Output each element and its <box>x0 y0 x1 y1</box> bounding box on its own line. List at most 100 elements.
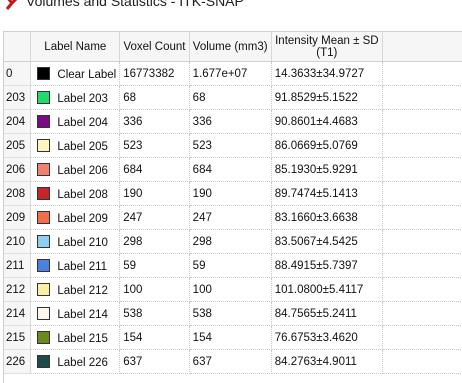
table-row[interactable]: 203 Label 203 68 68 91.8529±5.1522 <box>4 85 462 110</box>
cell-voxel-count[interactable]: 16773382 <box>119 61 190 86</box>
row-header-id[interactable]: 214 <box>4 301 32 326</box>
cell-volume[interactable]: 247 <box>189 205 272 230</box>
cell-label-name[interactable]: Label 206 <box>30 157 121 182</box>
cell-intensity[interactable]: 86.0669±5.0769 <box>271 133 383 158</box>
cell-intensity[interactable]: 83.1660±3.6638 <box>271 205 383 230</box>
cell-empty[interactable] <box>382 301 462 326</box>
cell-voxel-count[interactable]: 247 <box>119 205 190 230</box>
table-row[interactable]: 0 Clear Label 16773382 1.677e+07 14.3633±34.… <box>4 61 462 86</box>
cell-label-name[interactable]: Label 212 <box>30 277 121 302</box>
table-row[interactable]: 211 Label 211 59 59 88.4915±5.7397 <box>4 253 462 278</box>
cell-intensity[interactable]: 83.5067±4.5425 <box>271 229 383 254</box>
cell-voxel-count[interactable]: 59 <box>119 253 190 278</box>
cell-intensity[interactable]: 84.7565±5.2411 <box>271 301 383 326</box>
cell-intensity[interactable]: 101.0800±5.4117 <box>271 277 383 302</box>
statistics-table: Label Name Voxel Count Volume (mm3) Inte… <box>4 32 462 374</box>
cell-volume[interactable]: 100 <box>189 277 272 302</box>
cell-voxel-count[interactable]: 190 <box>119 181 190 206</box>
cell-label-name[interactable]: Label 204 <box>30 109 121 134</box>
cell-empty[interactable] <box>382 181 462 206</box>
cell-empty[interactable] <box>382 109 462 134</box>
row-header-id[interactable]: 210 <box>4 229 32 254</box>
cell-label-name[interactable]: Label 215 <box>30 325 121 350</box>
table-row[interactable]: 212 Label 212 100 100 101.0800±5.4117 <box>4 277 462 302</box>
column-header-voxel-count[interactable]: Voxel Count <box>119 32 190 62</box>
row-header-id[interactable]: 204 <box>4 109 32 134</box>
table-row[interactable]: 204 Label 204 336 336 90.8601±4.4683 <box>4 109 462 134</box>
cell-empty[interactable] <box>382 205 462 230</box>
cell-empty[interactable] <box>382 61 462 86</box>
cell-volume[interactable]: 154 <box>189 325 272 350</box>
cell-empty[interactable] <box>382 85 462 110</box>
row-header-id[interactable]: 215 <box>4 325 32 350</box>
cell-label-name[interactable]: Label 226 <box>30 349 121 374</box>
cell-intensity[interactable]: 89.7474±5.1413 <box>271 181 383 206</box>
cell-intensity[interactable]: 84.2763±4.9011 <box>271 349 383 374</box>
row-header-id[interactable]: 212 <box>4 277 32 302</box>
cell-empty[interactable] <box>382 253 462 278</box>
cell-voxel-count[interactable]: 523 <box>119 133 190 158</box>
cell-volume[interactable]: 684 <box>189 157 272 182</box>
cell-label-name[interactable]: Label 208 <box>30 181 121 206</box>
cell-volume[interactable]: 190 <box>189 181 272 206</box>
cell-volume[interactable]: 637 <box>189 349 272 374</box>
row-header-id[interactable]: 209 <box>4 205 32 230</box>
row-header-id[interactable]: 226 <box>4 349 32 374</box>
cell-label-name[interactable]: Label 211 <box>30 253 121 278</box>
cell-empty[interactable] <box>382 133 462 158</box>
cell-label-name[interactable]: Label 205 <box>30 133 121 158</box>
cell-volume[interactable]: 68 <box>189 85 272 110</box>
cell-intensity[interactable]: 76.6753±3.4620 <box>271 325 383 350</box>
cell-volume[interactable]: 59 <box>189 253 272 278</box>
column-header-volume[interactable]: Volume (mm3) <box>189 32 272 62</box>
table-row[interactable]: 205 Label 205 523 523 86.0669±5.0769 <box>4 133 462 158</box>
row-header-id[interactable]: 203 <box>4 85 32 110</box>
cell-intensity[interactable]: 88.4915±5.7397 <box>271 253 383 278</box>
row-header-id[interactable]: 0 <box>4 61 32 86</box>
cell-volume-text: 247 <box>192 211 212 224</box>
cell-voxel-count[interactable]: 298 <box>119 229 190 254</box>
table-row[interactable]: 215 Label 215 154 154 76.6753±3.4620 <box>4 325 462 350</box>
row-header-id[interactable]: 205 <box>4 133 32 158</box>
cell-label-name[interactable]: Label 203 <box>30 85 121 110</box>
cell-volume[interactable]: 298 <box>189 229 272 254</box>
cell-voxel-count[interactable]: 637 <box>119 349 190 374</box>
cell-volume[interactable]: 336 <box>189 109 272 134</box>
cell-intensity[interactable]: 91.8529±5.1522 <box>271 85 383 110</box>
cell-label-name[interactable]: Label 214 <box>30 301 121 326</box>
cell-voxel-count[interactable]: 336 <box>119 109 190 134</box>
row-header-id[interactable]: 208 <box>4 181 32 206</box>
column-header-intensity[interactable]: Intensity Mean ± SD (T1) <box>271 32 383 62</box>
cell-label-name[interactable]: Label 209 <box>30 205 121 230</box>
cell-empty[interactable] <box>382 157 462 182</box>
cell-volume[interactable]: 523 <box>189 133 272 158</box>
table-row[interactable]: 206 Label 206 684 684 85.1930±5.9291 <box>4 157 462 182</box>
cell-volume[interactable]: 538 <box>189 301 272 326</box>
cell-intensity[interactable]: 90.8601±4.4683 <box>271 109 383 134</box>
table-row[interactable]: 210 Label 210 298 298 83.5067±4.5425 <box>4 229 462 254</box>
cell-voxel-count[interactable]: 684 <box>119 157 190 182</box>
cell-voxel-count[interactable]: 100 <box>119 277 190 302</box>
column-header-label-name[interactable]: Label Name <box>30 32 121 62</box>
cell-empty[interactable] <box>382 325 462 350</box>
cell-volume[interactable]: 1.677e+07 <box>189 61 272 86</box>
cell-voxel-count[interactable]: 154 <box>119 325 190 350</box>
cell-intensity[interactable]: 14.3633±34.9727 <box>271 61 383 86</box>
cell-intensity[interactable]: 85.1930±5.9291 <box>271 157 383 182</box>
corner-header[interactable] <box>4 32 32 62</box>
table-row[interactable]: 209 Label 209 247 247 83.1660±3.6638 <box>4 205 462 230</box>
cell-label-name[interactable]: Clear Label <box>30 61 121 86</box>
row-header-id[interactable]: 211 <box>4 253 32 278</box>
table-row[interactable]: 208 Label 208 190 190 89.7474±5.1413 <box>4 181 462 206</box>
table-row[interactable]: 226 Label 226 637 637 84.2763±4.9011 <box>4 349 462 374</box>
cell-voxel-count-text: 684 <box>123 163 143 176</box>
cell-label-name[interactable]: Label 210 <box>30 229 121 254</box>
cell-empty[interactable] <box>382 349 462 374</box>
cell-voxel-count[interactable]: 538 <box>119 301 190 326</box>
table-row[interactable]: 214 Label 214 538 538 84.7565±5.2411 <box>4 301 462 326</box>
cell-empty[interactable] <box>382 277 462 302</box>
cell-voxel-count[interactable]: 68 <box>119 85 190 110</box>
cell-empty[interactable] <box>382 229 462 254</box>
row-header-id[interactable]: 206 <box>4 157 32 182</box>
statistics-table-area[interactable]: Label Name Voxel Count Volume (mm3) Inte… <box>3 31 462 383</box>
